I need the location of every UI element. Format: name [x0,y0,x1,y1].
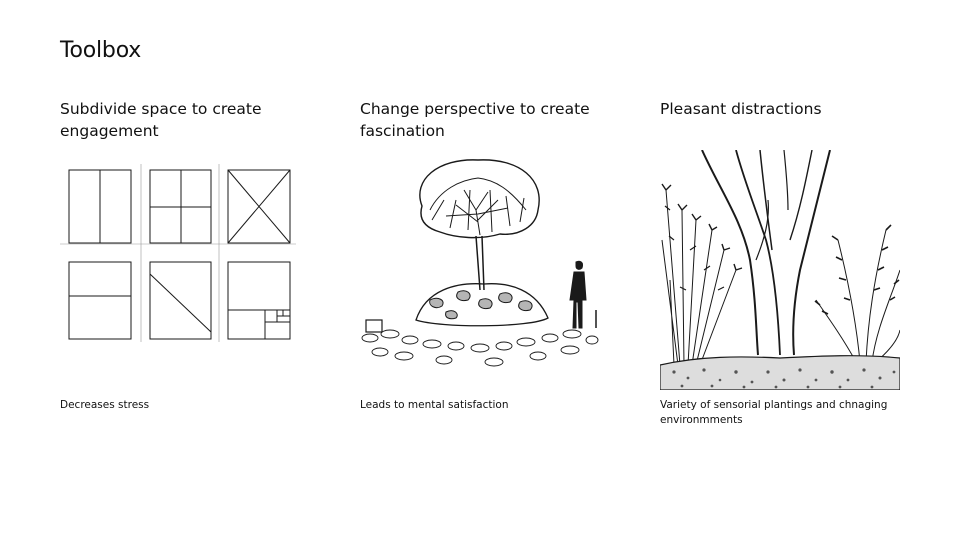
tool-caption: Leads to mental satisfaction [360,399,509,411]
tool-heading: Change perspective to create fascination [360,100,590,140]
tool-card-subdivide: Subdivide space to create engagement Dec… [60,98,310,411]
tool-heading: Subdivide space to create engagement [60,100,262,140]
tree-on-mound-sketch [360,150,600,390]
grid-subdivision-sketch [60,150,300,390]
tool-caption: Variety of sensorial plantings and chnag… [660,399,888,426]
tool-card-perspective: Change perspective to create fascination [360,98,610,411]
trees-and-plants-sketch [660,150,900,390]
page-title: Toolbox [60,38,142,63]
tool-heading: Pleasant distractions [660,100,822,118]
tool-caption: Decreases stress [60,399,150,411]
tool-card-distractions: Pleasant distractions Variety of sensori… [660,98,910,426]
